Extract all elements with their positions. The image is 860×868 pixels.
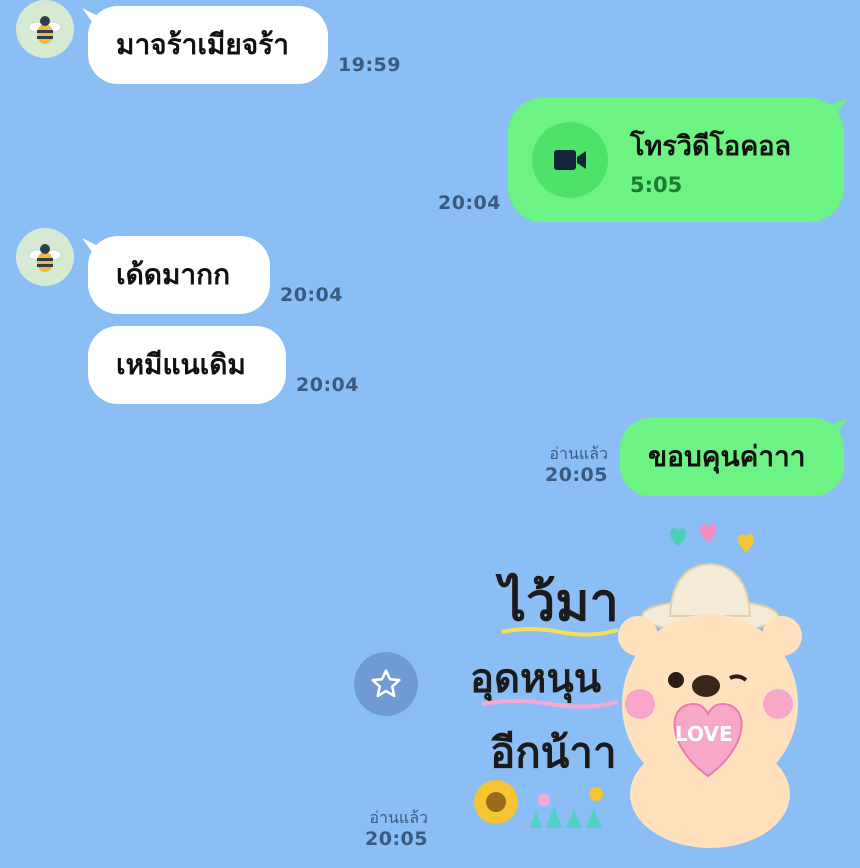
video-call-bubble[interactable]: โทรวิดีโอคอล 5:05 — [508, 98, 844, 222]
message-bubble-incoming[interactable]: เด้ดมากก — [88, 236, 270, 314]
bee-icon — [28, 16, 62, 44]
call-duration: 5:05 — [630, 172, 683, 197]
message-time: 19:59 — [338, 54, 401, 76]
call-title: โทรวิดีโอคอล — [630, 130, 792, 162]
message-time: 20:04 — [280, 284, 343, 306]
message-time: 20:04 — [296, 374, 359, 396]
sticker-squiggle — [501, 627, 619, 637]
message-bubble-outgoing[interactable]: ขอบคุนค่าาา — [620, 418, 844, 496]
flower-decoration — [474, 780, 603, 828]
message-bubble-incoming[interactable]: เหมีแนเดิม — [88, 326, 286, 404]
video-call-icon-button[interactable] — [532, 122, 608, 198]
message-text: เด้ดมากก — [116, 258, 231, 291]
bear-illustration — [618, 562, 802, 848]
message-bubble-incoming[interactable]: มาจร้าเมียจร้า — [88, 6, 328, 84]
sticker[interactable]: ไว้มา อุดหนุน อีกน้าา LOVE — [460, 520, 850, 850]
sticker-squiggle — [481, 699, 619, 709]
avatar[interactable] — [16, 0, 74, 58]
bee-icon — [28, 244, 62, 272]
message-text: เหมีแนเดิม — [116, 348, 246, 381]
message-time: 20:04 — [438, 192, 501, 214]
hearts-decoration — [670, 524, 755, 552]
message-text: มาจร้าเมียจร้า — [116, 28, 289, 61]
video-camera-icon — [554, 150, 586, 170]
star-icon — [371, 669, 401, 698]
message-time: 20:05 — [545, 464, 608, 486]
sticker-badge: LOVE — [675, 722, 733, 746]
message-text: ขอบคุนค่าาา — [648, 440, 806, 473]
message-time: 20:05 — [365, 828, 428, 850]
favorite-sticker-button[interactable] — [354, 652, 418, 716]
avatar[interactable] — [16, 228, 74, 286]
